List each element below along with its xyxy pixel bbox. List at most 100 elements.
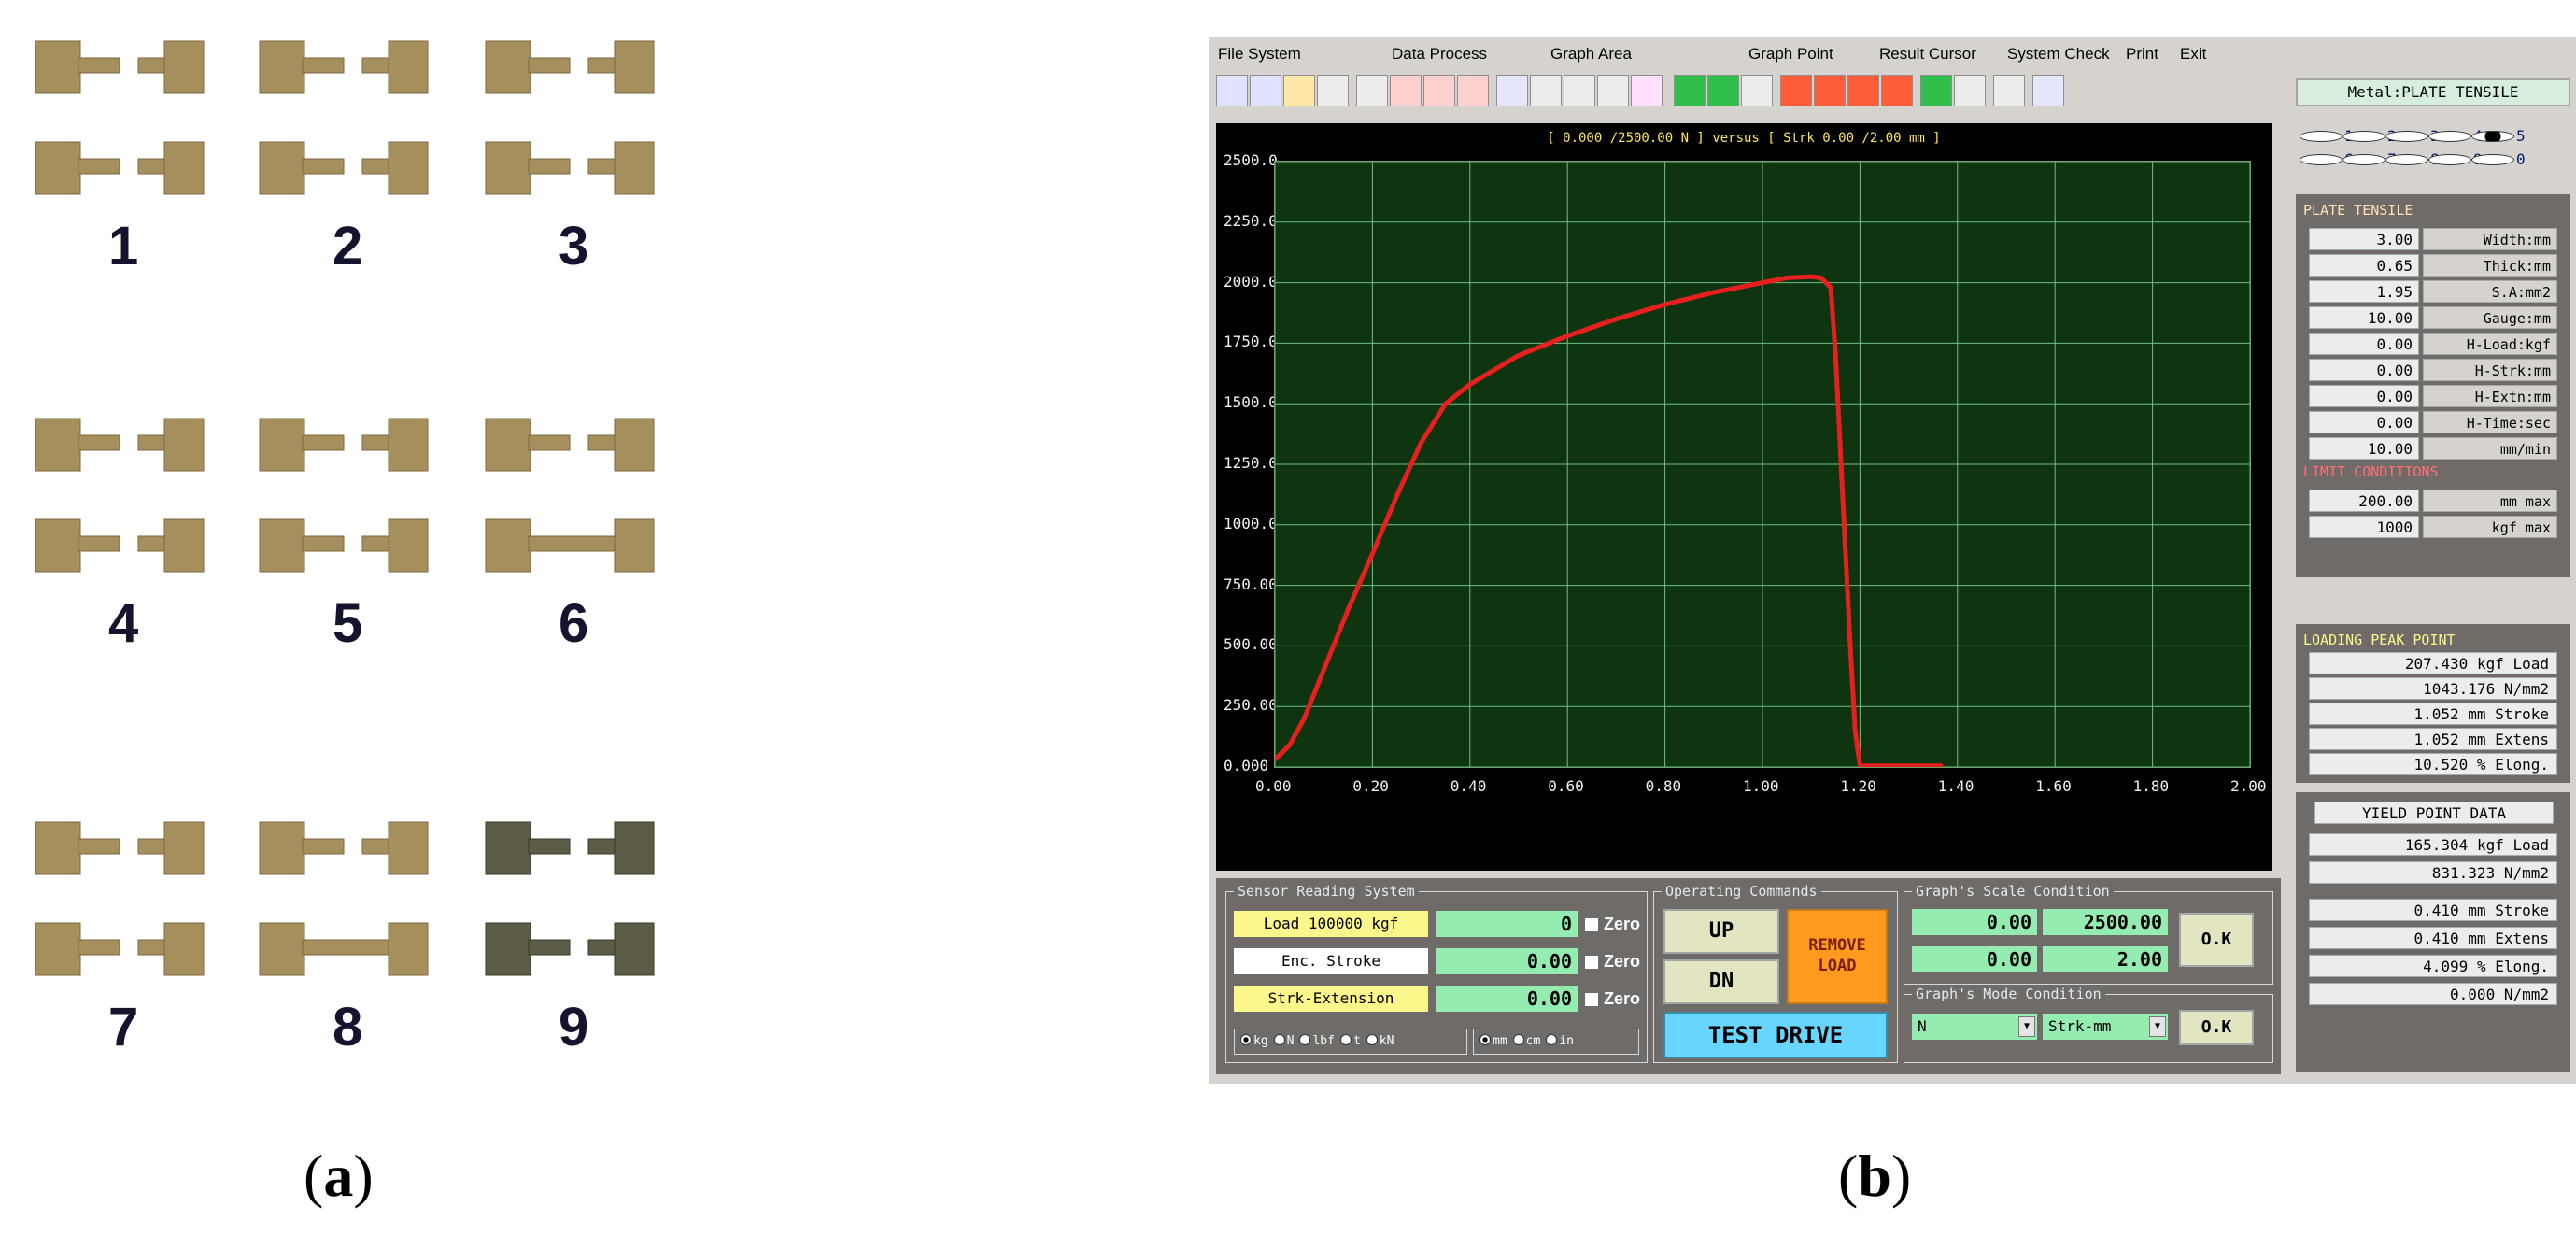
selector-radio-2[interactable]: 2 [2342, 127, 2397, 145]
file-list-icon[interactable] [1317, 75, 1349, 106]
graph-e-icon[interactable] [1847, 75, 1879, 106]
graph-c-icon[interactable] [1780, 75, 1812, 106]
selector-radio-4[interactable]: 4 [2428, 127, 2483, 145]
scale-ok-button[interactable]: O.K [2179, 913, 2254, 967]
specimen-label-4: 4 [108, 593, 139, 654]
selector-radio-7[interactable]: 7 [2342, 150, 2397, 168]
unit-radio-in[interactable]: in [1546, 1034, 1574, 1048]
unit-radio-t[interactable]: t [1339, 1034, 1361, 1048]
selector-radio-9[interactable]: 9 [2428, 150, 2483, 168]
x-unit-select[interactable]: Strk-mm ▼ [2043, 1014, 2168, 1040]
result-value: 0.000 N/mm2 [2309, 983, 2557, 1005]
copy-icon[interactable] [1250, 75, 1281, 106]
color-icon[interactable] [1631, 75, 1663, 106]
down-arrow-icon[interactable] [1597, 75, 1629, 106]
test-selector-radios[interactable]: 1234 5 6789 0 [2300, 127, 2565, 174]
menu-exit[interactable]: Exit [2180, 45, 2206, 64]
yield-point-title: YIELD POINT DATA [2314, 802, 2554, 824]
exit-icon[interactable] [2032, 75, 2064, 106]
y-tick-label: 2250.0 [1224, 211, 1278, 230]
setup-icon[interactable] [1741, 75, 1773, 106]
unit-radio-cm[interactable]: cm [1512, 1034, 1540, 1048]
selector-radio-0[interactable]: 0 [2471, 150, 2526, 168]
load-curve [1275, 274, 1944, 767]
x-tick-label: 1.20 [1840, 777, 1876, 795]
graph-title: [ 0.000 /2500.00 N ] versus [ Strk 0.00 … [1547, 131, 1941, 146]
load-value: 0 [1436, 911, 1578, 937]
panel-a-specimens: 1 2 3 4 5 6 7 8 9 (a) [0, 0, 1186, 1235]
plate-tensile-box: PLATE TENSILE 3.00 Width:mm 0.65 Thick:mm 1.… [2296, 194, 2570, 577]
y-unit-select[interactable]: N ▼ [1912, 1014, 2037, 1040]
zero-load-checkbox[interactable]: Zero [1585, 915, 1640, 934]
unit-radio-n[interactable]: N [1273, 1034, 1294, 1048]
specimen-photos [35, 40, 655, 976]
param-label: Thick:mm [2423, 254, 2557, 277]
unit-radio-mm[interactable]: mm [1479, 1034, 1507, 1048]
extension-sensor-label: Strk-Extension [1234, 986, 1428, 1012]
table-icon[interactable] [1954, 75, 1986, 106]
unit-label: mm [1493, 1034, 1507, 1048]
graph-f-icon[interactable] [1881, 75, 1913, 106]
zoom-icon[interactable] [1496, 75, 1528, 106]
menu-graph-point[interactable]: Graph Point [1748, 45, 1833, 64]
graph-d-icon[interactable] [1814, 75, 1846, 106]
radio-dot-icon [2300, 131, 2342, 142]
zero-stroke-checkbox[interactable]: Zero [1585, 952, 1640, 972]
radio-dot-icon [1299, 1034, 1311, 1045]
x-max-input[interactable]: 2.00 [2043, 946, 2168, 972]
remove-load-button[interactable]: REMOVE LOAD [1787, 909, 1888, 1004]
x-min-input[interactable]: 0.00 [1912, 946, 2037, 972]
graph-delete-icon[interactable] [1423, 75, 1455, 106]
specimen-label-6: 6 [559, 593, 589, 654]
menu-file-system[interactable]: File System [1218, 45, 1301, 64]
down-button[interactable]: DN [1663, 959, 1779, 1004]
unit-radio-kn[interactable]: kN [1366, 1034, 1394, 1048]
y-min-input[interactable]: 0.00 [1912, 909, 2037, 935]
length-unit-radios[interactable]: mm cm in [1473, 1029, 1639, 1055]
menu-result-cursor[interactable]: Result Cursor [1879, 45, 1976, 64]
selector-radio-8[interactable]: 8 [2385, 150, 2440, 168]
menu-system-check[interactable]: System Check [2007, 45, 2110, 64]
zero-extension-checkbox[interactable]: Zero [1585, 989, 1640, 1009]
unit-radio-lbf[interactable]: lbf [1299, 1034, 1335, 1048]
force-unit-radios[interactable]: kg Nlbf t kN [1234, 1029, 1467, 1055]
operating-commands-group: Operating Commands UP DN REMOVE LOAD TES… [1653, 883, 1898, 1063]
menu-data-process[interactable]: Data Process [1392, 45, 1487, 64]
unit-label: kN [1379, 1034, 1394, 1048]
mode-ok-button[interactable]: O.K [2179, 1010, 2254, 1045]
dropdown-arrow-icon: ▼ [2018, 1016, 2035, 1037]
selector-radio-3[interactable]: 3 [2385, 127, 2440, 145]
param-value: 200.00 [2309, 490, 2419, 512]
load-sensor-label: Load 100000 kgf [1234, 911, 1428, 937]
y-max-input[interactable]: 2500.00 [2043, 909, 2168, 935]
text-icon[interactable] [1356, 75, 1388, 106]
menu-print[interactable]: Print [2126, 45, 2158, 64]
graph-edit-icon[interactable] [1390, 75, 1422, 106]
edit-icon[interactable] [1216, 75, 1248, 106]
selector-radio-1[interactable]: 1 [2300, 127, 2354, 145]
yield-point-box: YIELD POINT DATA 165.304 kgf Load 831.323… [2296, 792, 2570, 1072]
open-folder-icon[interactable] [1283, 75, 1315, 106]
menu-graph-area[interactable]: Graph Area [1550, 45, 1632, 64]
x-tick-label: 0.40 [1450, 777, 1487, 795]
result-value: 207.430 kgf Load [2309, 652, 2557, 674]
specimen-label-8: 8 [333, 997, 363, 1058]
graph-a-icon[interactable] [1674, 75, 1706, 106]
graph-b-icon[interactable] [1707, 75, 1739, 106]
result-value: 10.520 % Elong. [2309, 753, 2557, 775]
extension-value: 0.00 [1436, 986, 1578, 1012]
print-icon[interactable] [1993, 75, 2025, 106]
selector-radio-5[interactable]: 5 [2471, 127, 2526, 145]
y-tick-label: 1500.0 [1224, 393, 1278, 412]
param-value: 3.00 [2309, 228, 2419, 250]
up-arrow-icon[interactable] [1564, 75, 1595, 106]
load-stroke-chart [1275, 162, 2250, 767]
up-button[interactable]: UP [1663, 909, 1779, 954]
specimen-3 [485, 40, 655, 195]
unit-radio-kg[interactable]: kg [1240, 1034, 1268, 1048]
test-drive-button[interactable]: TEST DRIVE [1663, 1012, 1888, 1058]
grid-icon[interactable] [1920, 75, 1952, 106]
close-icon[interactable] [1457, 75, 1489, 106]
selector-radio-6[interactable]: 6 [2300, 150, 2354, 168]
tools-icon[interactable] [1530, 75, 1562, 106]
